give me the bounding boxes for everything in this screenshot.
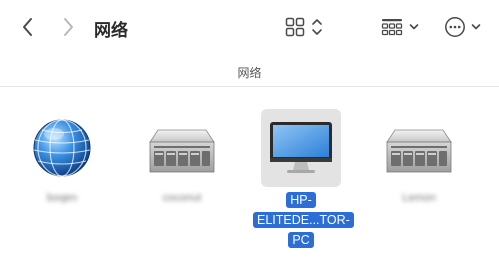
view-mode-button[interactable] bbox=[285, 14, 323, 40]
server-icon bbox=[149, 129, 215, 173]
network-item-coconut[interactable]: coconut bbox=[132, 109, 232, 204]
icon-grid-icon bbox=[285, 17, 305, 37]
up-down-chevron-icon bbox=[312, 19, 322, 35]
group-button[interactable] bbox=[381, 14, 419, 40]
chevron-down-icon bbox=[471, 24, 481, 30]
path-bar: 网络 bbox=[0, 56, 499, 87]
group-by-icon bbox=[381, 19, 403, 36]
item-label: Lemon bbox=[402, 192, 436, 204]
item-label-line2: ELITEDE...TOR-PC bbox=[253, 212, 354, 248]
toolbar: 网络 bbox=[0, 0, 499, 56]
display-icon bbox=[270, 122, 332, 173]
forward-button[interactable] bbox=[57, 14, 79, 40]
chevron-right-icon bbox=[64, 18, 73, 36]
chevron-down-icon bbox=[409, 24, 419, 30]
item-label: boqen bbox=[46, 192, 78, 204]
network-item-hp-elitedesk[interactable]: HP- ELITEDE...TOR-PC bbox=[253, 109, 354, 250]
item-label-line1: HP- bbox=[286, 192, 316, 208]
ellipsis-circle-icon bbox=[445, 17, 465, 37]
item-label: coconut bbox=[162, 192, 202, 204]
network-item-boqen[interactable]: boqen bbox=[12, 109, 112, 204]
network-globe-icon bbox=[33, 119, 91, 177]
path-label: 网络 bbox=[237, 66, 262, 80]
more-actions-button[interactable] bbox=[444, 14, 481, 40]
file-browser-content: boqen coconut HP- ELITEDE...TOR-PC Lemon bbox=[0, 87, 499, 275]
server-icon bbox=[386, 129, 452, 173]
chevron-left-icon bbox=[23, 18, 32, 36]
back-button[interactable] bbox=[17, 14, 39, 40]
selected-item-label: HP- ELITEDE...TOR-PC bbox=[253, 190, 354, 250]
network-item-lemon[interactable]: Lemon bbox=[369, 109, 469, 204]
window-title: 网络 bbox=[94, 21, 128, 40]
